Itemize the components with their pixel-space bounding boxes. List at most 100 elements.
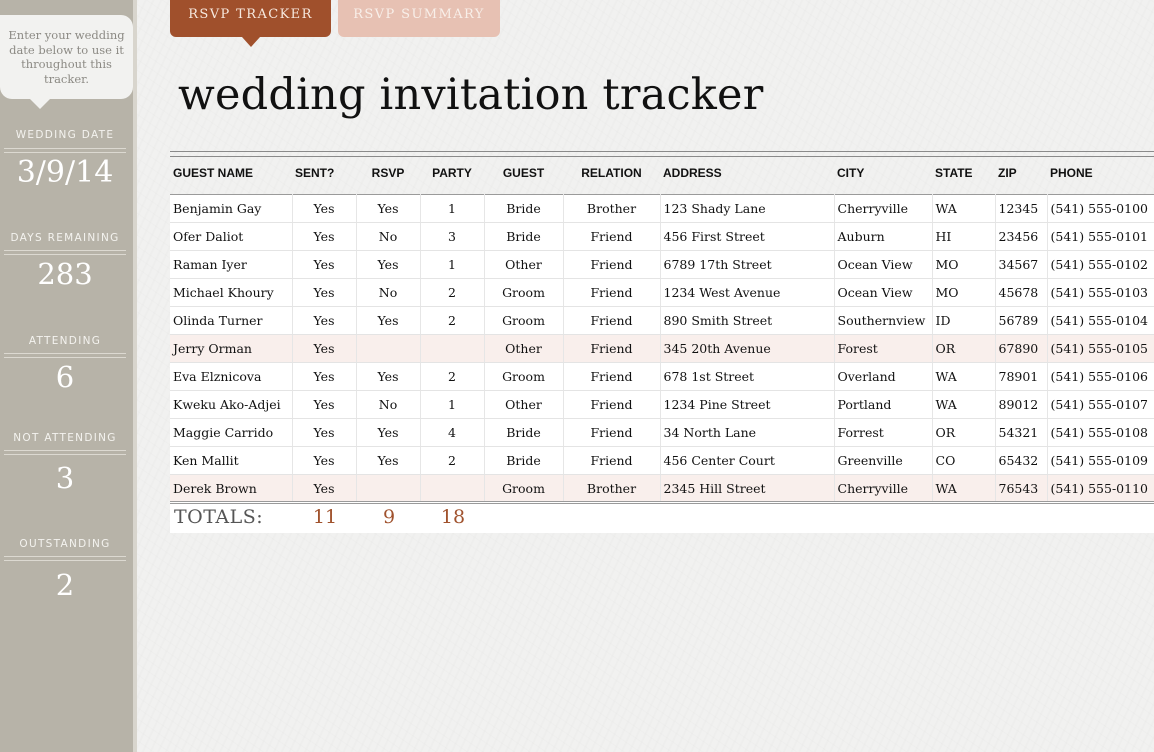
cell-zip[interactable]: 12345 — [995, 194, 1048, 223]
cell-zip[interactable]: 76543 — [995, 474, 1048, 503]
cell-relation[interactable]: Friend — [563, 446, 661, 475]
cell-guest-side[interactable]: Other — [484, 334, 564, 363]
cell-rsvp[interactable] — [356, 334, 421, 363]
cell-phone[interactable]: (541) 555-0110 — [1047, 474, 1154, 503]
table-row[interactable]: Ofer Daliot Yes No 3 Bride Friend 456 First St… — [170, 222, 1154, 251]
cell-sent[interactable]: Yes — [292, 222, 357, 251]
tab-rsvp-tracker[interactable]: RSVP TRACKER — [170, 0, 331, 47]
cell-relation[interactable]: Friend — [563, 222, 661, 251]
cell-guest-name[interactable]: Olinda Turner — [170, 306, 293, 335]
cell-guest-side[interactable]: Bride — [484, 222, 564, 251]
cell-relation[interactable]: Friend — [563, 278, 661, 307]
cell-guest-side[interactable]: Other — [484, 390, 564, 419]
cell-city[interactable]: Portland — [834, 390, 933, 419]
cell-address[interactable]: 890 Smith Street — [660, 306, 835, 335]
cell-sent[interactable]: Yes — [292, 278, 357, 307]
col-header-sent[interactable]: SENT? — [292, 151, 356, 195]
cell-guest-name[interactable]: Ken Mallit — [170, 446, 293, 475]
cell-city[interactable]: Cherryville — [834, 474, 933, 503]
cell-party[interactable]: 1 — [420, 194, 485, 223]
cell-sent[interactable]: Yes — [292, 250, 357, 279]
cell-guest-side[interactable]: Groom — [484, 306, 564, 335]
cell-guest-name[interactable]: Kweku Ako-Adjei — [170, 390, 293, 419]
cell-sent[interactable]: Yes — [292, 194, 357, 223]
col-header-rsvp[interactable]: RSVP — [356, 151, 420, 195]
cell-party[interactable]: 1 — [420, 390, 485, 419]
cell-rsvp[interactable]: No — [356, 278, 421, 307]
cell-party[interactable]: 2 — [420, 446, 485, 475]
cell-phone[interactable]: (541) 555-0101 — [1047, 222, 1154, 251]
cell-party[interactable]: 4 — [420, 418, 485, 447]
cell-relation[interactable]: Friend — [563, 390, 661, 419]
table-row[interactable]: Michael Khoury Yes No 2 Groom Friend 1234 West… — [170, 278, 1154, 307]
cell-zip[interactable]: 65432 — [995, 446, 1048, 475]
cell-guest-name[interactable]: Benjamin Gay — [170, 194, 293, 223]
cell-sent[interactable]: Yes — [292, 474, 357, 503]
cell-address[interactable]: 2345 Hill Street — [660, 474, 835, 503]
cell-state[interactable]: WA — [932, 194, 996, 223]
cell-sent[interactable]: Yes — [292, 418, 357, 447]
cell-guest-side[interactable]: Bride — [484, 194, 564, 223]
cell-phone[interactable]: (541) 555-0100 — [1047, 194, 1154, 223]
cell-rsvp[interactable]: Yes — [356, 446, 421, 475]
cell-guest-side[interactable]: Other — [484, 250, 564, 279]
cell-zip[interactable]: 56789 — [995, 306, 1048, 335]
cell-party[interactable]: 1 — [420, 250, 485, 279]
cell-party[interactable]: 2 — [420, 278, 485, 307]
cell-party[interactable]: 2 — [420, 362, 485, 391]
cell-guest-name[interactable]: Derek Brown — [170, 474, 293, 503]
cell-rsvp[interactable]: No — [356, 222, 421, 251]
table-row[interactable]: Maggie Carrido Yes Yes 4 Bride Friend 34 North… — [170, 418, 1154, 447]
cell-state[interactable]: OR — [932, 418, 996, 447]
cell-guest-side[interactable]: Bride — [484, 418, 564, 447]
col-header-zip[interactable]: ZIP — [995, 151, 1047, 195]
cell-relation[interactable]: Friend — [563, 250, 661, 279]
col-header-relation[interactable]: RELATION — [563, 151, 660, 195]
cell-phone[interactable]: (541) 555-0105 — [1047, 334, 1154, 363]
cell-state[interactable]: WA — [932, 474, 996, 503]
cell-state[interactable]: ID — [932, 306, 996, 335]
cell-zip[interactable]: 78901 — [995, 362, 1048, 391]
cell-city[interactable]: Ocean View — [834, 278, 933, 307]
cell-sent[interactable]: Yes — [292, 362, 357, 391]
cell-guest-name[interactable]: Maggie Carrido — [170, 418, 293, 447]
cell-zip[interactable]: 34567 — [995, 250, 1048, 279]
cell-address[interactable]: 1234 Pine Street — [660, 390, 835, 419]
col-header-phone[interactable]: PHONE — [1047, 151, 1154, 195]
cell-sent[interactable]: Yes — [292, 446, 357, 475]
cell-phone[interactable]: (541) 555-0108 — [1047, 418, 1154, 447]
cell-address[interactable]: 6789 17th Street — [660, 250, 835, 279]
cell-guest-name[interactable]: Michael Khoury — [170, 278, 293, 307]
cell-party[interactable]: 2 — [420, 306, 485, 335]
col-header-party[interactable]: PARTY — [420, 151, 484, 195]
cell-guest-side[interactable]: Groom — [484, 362, 564, 391]
cell-state[interactable]: MO — [932, 250, 996, 279]
cell-party[interactable] — [420, 334, 485, 363]
cell-address[interactable]: 123 Shady Lane — [660, 194, 835, 223]
cell-city[interactable]: Ocean View — [834, 250, 933, 279]
cell-address[interactable]: 34 North Lane — [660, 418, 835, 447]
wedding-date-value[interactable]: 3/9/14 — [4, 155, 126, 190]
cell-address[interactable]: 345 20th Avenue — [660, 334, 835, 363]
cell-guest-name[interactable]: Ofer Daliot — [170, 222, 293, 251]
cell-state[interactable]: WA — [932, 362, 996, 391]
cell-address[interactable]: 1234 West Avenue — [660, 278, 835, 307]
cell-relation[interactable]: Brother — [563, 474, 661, 503]
table-row[interactable]: Raman Iyer Yes Yes 1 Other Friend 6789 17th St… — [170, 250, 1154, 279]
cell-state[interactable]: OR — [932, 334, 996, 363]
cell-rsvp[interactable]: Yes — [356, 418, 421, 447]
cell-city[interactable]: Cherryville — [834, 194, 933, 223]
cell-state[interactable]: HI — [932, 222, 996, 251]
cell-relation[interactable]: Brother — [563, 194, 661, 223]
cell-phone[interactable]: (541) 555-0102 — [1047, 250, 1154, 279]
cell-sent[interactable]: Yes — [292, 334, 357, 363]
tab-rsvp-summary[interactable]: RSVP SUMMARY — [338, 0, 500, 37]
cell-zip[interactable]: 45678 — [995, 278, 1048, 307]
cell-zip[interactable]: 23456 — [995, 222, 1048, 251]
cell-relation[interactable]: Friend — [563, 362, 661, 391]
cell-rsvp[interactable]: Yes — [356, 250, 421, 279]
col-header-state[interactable]: STATE — [932, 151, 995, 195]
cell-rsvp[interactable]: Yes — [356, 306, 421, 335]
cell-city[interactable]: Forest — [834, 334, 933, 363]
table-row[interactable]: Benjamin Gay Yes Yes 1 Bride Brother 123 Shady… — [170, 194, 1154, 223]
